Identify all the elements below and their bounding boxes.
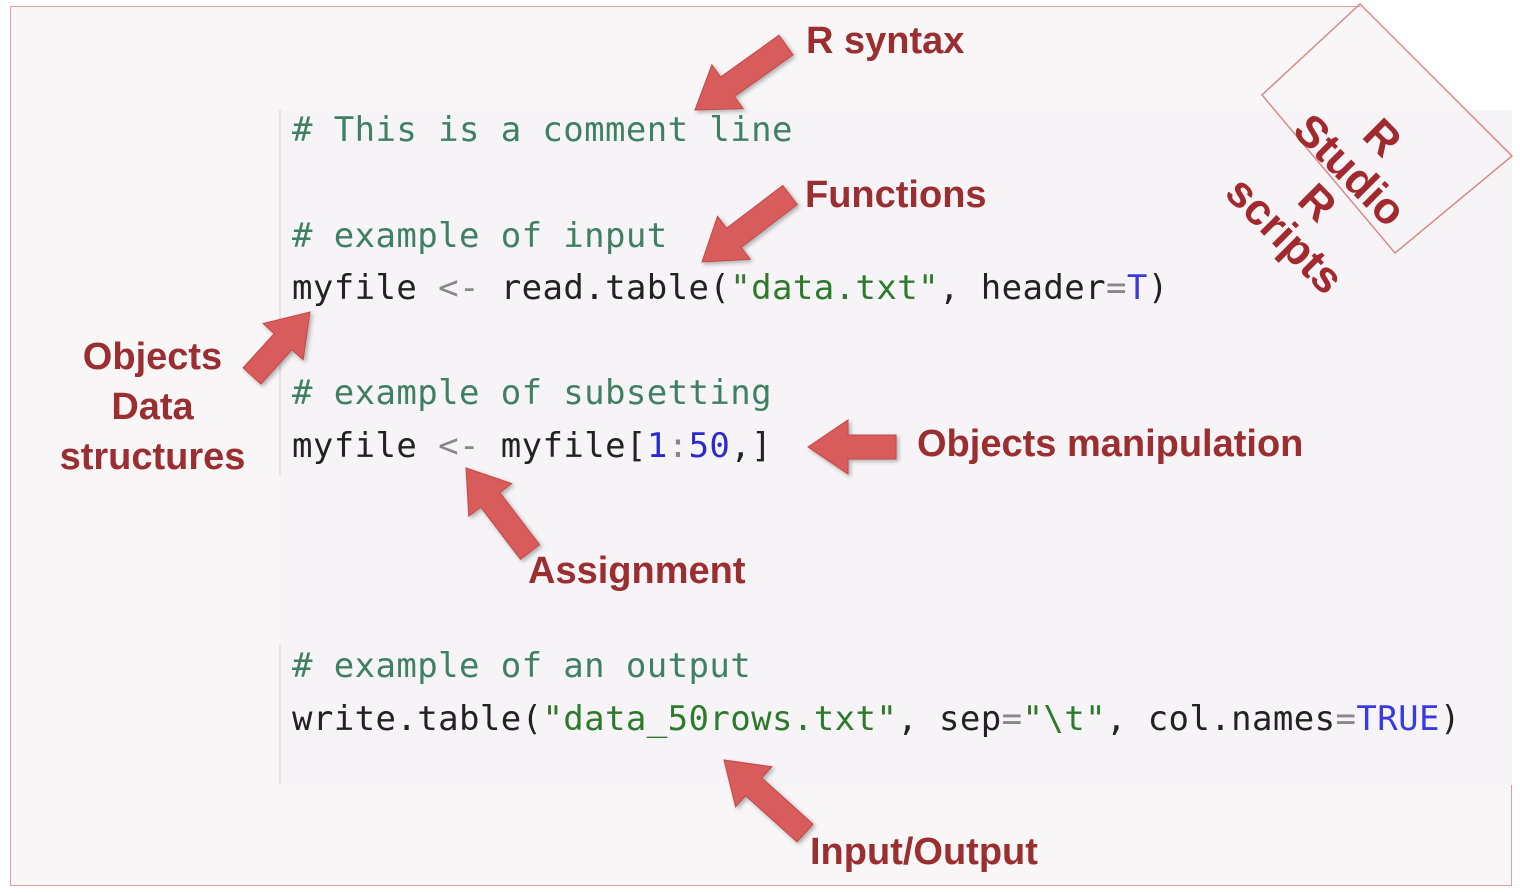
label-assignment: Assignment: [528, 550, 746, 592]
label-functions: Functions: [805, 174, 987, 216]
label-line: structures: [59, 436, 246, 478]
arrow-r-syntax-icon: [694, 34, 794, 111]
arrow-io-icon: [723, 759, 814, 843]
arrow-functions-icon: [701, 184, 799, 263]
label-r-syntax: R syntax: [806, 20, 965, 62]
label-objects-manipulation: Objects manipulation: [917, 423, 1304, 465]
label-line: Data: [111, 386, 194, 428]
label-line: Objects: [82, 336, 223, 378]
label-objects-data-structures: Objects Data structures: [40, 332, 265, 482]
arrow-manipulation-icon: [807, 419, 897, 475]
label-input-output: Input/Output: [810, 831, 1038, 873]
